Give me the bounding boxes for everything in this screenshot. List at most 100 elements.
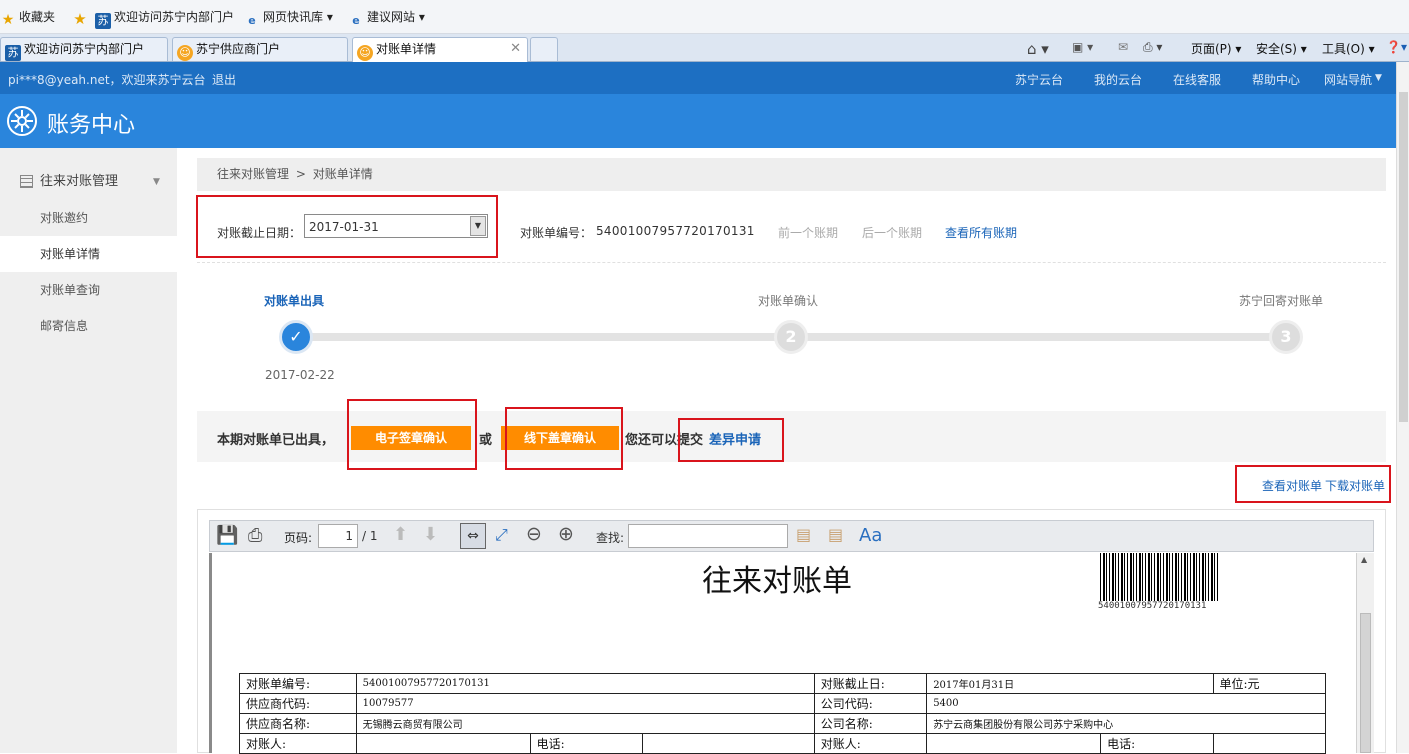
nav-my-cloud[interactable]: 我的云台 <box>1094 71 1142 88</box>
browser-favorites-bar: ★ 收藏夹 ★ 苏欢迎访问苏宁内部门户 e 网页快讯库 ▾ e 建议网站 ▾ <box>0 0 1409 34</box>
step-2-circle: 2 <box>774 320 808 354</box>
nav-online-service[interactable]: 在线客服 <box>1173 71 1221 88</box>
finance-logo-icon <box>7 106 37 136</box>
tab-statement-detail[interactable]: ☺ 对账单详情 ✕ <box>352 37 528 62</box>
add-favorite-icon[interactable]: ★ <box>72 8 91 28</box>
logout-link[interactable]: 退出 <box>212 71 236 88</box>
print-icon[interactable]: ⎙ <box>248 525 262 546</box>
text-options-icon[interactable]: Aa <box>859 525 882 546</box>
star-add-icon: ★ <box>73 10 87 28</box>
print-icon[interactable]: ⎙ ▾ <box>1143 40 1162 55</box>
suning-lion-icon: ☺ <box>357 45 373 61</box>
step-1-check-icon: ✓ <box>279 320 313 354</box>
suning-lion-icon: ☺ <box>177 45 193 61</box>
date-select[interactable]: 2017-01-31 ▼ <box>304 214 488 238</box>
site-top-bar: pi***8@yeah.net，欢迎来苏宁云台 退出 苏宁云台 我的云台 在线客… <box>0 62 1409 94</box>
fit-page-icon[interactable]: ⤢ <box>495 525 508 545</box>
new-tab-button[interactable] <box>530 37 558 61</box>
fav-link-suggested[interactable]: e 建议网站 ▾ <box>348 8 425 27</box>
page-menu[interactable]: 页面(P) ▾ <box>1191 40 1241 57</box>
sidebar-group-reconciliation[interactable]: 往来对账管理 ▼ <box>0 164 177 200</box>
page-scrollbar[interactable] <box>1396 62 1409 753</box>
help-icon[interactable]: ❓▾ <box>1386 40 1407 54</box>
nav-help-center[interactable]: 帮助中心 <box>1252 71 1300 88</box>
statement-table: 对账单编号: 54001007957720170131 对账截止日: 2017年… <box>239 673 1327 754</box>
step-2-label: 对账单确认 <box>758 294 819 308</box>
ie-icon: e <box>248 14 256 27</box>
find-next-icon[interactable]: ▤ <box>828 525 843 544</box>
table-row: 对账人: 电话: 对账人: 电话: <box>239 733 1327 754</box>
zoom-out-icon[interactable]: ⊖ <box>526 523 542 545</box>
pdf-scrollbar[interactable]: ▲ <box>1356 553 1374 753</box>
fav-link-suning-portal[interactable]: 苏欢迎访问苏宁内部门户 <box>95 8 234 29</box>
suning-icon: 苏 <box>95 13 111 29</box>
all-periods-link[interactable]: 查看所有账期 <box>945 224 1017 241</box>
mail-icon[interactable]: ✉ <box>1118 40 1128 54</box>
highlight-box <box>505 407 623 470</box>
tools-menu[interactable]: 工具(O) ▾ <box>1322 40 1375 57</box>
step-3-circle: 3 <box>1269 320 1303 354</box>
fav-link-webslice[interactable]: e 网页快讯库 ▾ <box>244 8 333 27</box>
fit-width-icon[interactable]: ⇔ <box>460 523 486 549</box>
highlight-box <box>347 399 477 470</box>
statement-title: 往来对账单 <box>702 564 852 599</box>
close-tab-icon[interactable]: ✕ <box>510 38 521 60</box>
page-title: 账务中心 <box>47 113 136 138</box>
suning-icon: 苏 <box>5 45 21 61</box>
sidebar-item-statement-detail[interactable]: 对账单详情 <box>0 236 177 272</box>
step-1-label: 对账单出具 <box>264 294 325 308</box>
nav-site-navigation[interactable]: 网站导航 <box>1324 71 1372 88</box>
feeds-icon[interactable]: ▣ ▾ <box>1072 40 1093 54</box>
pdf-page: 往来对账单 54001007957720170131 对账单编号: 540010… <box>209 553 1356 754</box>
download-statement-link[interactable]: 下载对账单 <box>1325 477 1385 494</box>
table-row: 供应商代码: 10079577 公司代码: 5400 <box>239 693 1326 714</box>
safety-menu[interactable]: 安全(S) ▾ <box>1256 40 1307 57</box>
tab-suning-portal[interactable]: 苏欢迎访问苏宁内部门户 <box>0 37 168 61</box>
home-icon[interactable]: ⌂ ▾ <box>1027 40 1049 58</box>
page-scroll-thumb[interactable] <box>1399 92 1408 422</box>
breadcrumb-current: 对账单详情 <box>312 167 373 181</box>
highlight-box <box>678 418 784 462</box>
barcode <box>1100 553 1218 601</box>
browser-tab-bar: 苏欢迎访问苏宁内部门户 ☺ 苏宁供应商门户 ☺ 对账单详情 ✕ ⌂ ▾ ▣ ▾ ✉ … <box>0 34 1409 62</box>
find-prev-icon[interactable]: ▤ <box>796 525 811 544</box>
breadcrumb-root[interactable]: 往来对账管理 <box>217 167 289 181</box>
star-icon: ★ <box>1 12 15 28</box>
chevron-down-icon: ▼ <box>153 177 160 187</box>
sidebar-item-statement-query[interactable]: 对账单查询 <box>0 272 177 308</box>
grid-icon <box>20 175 33 188</box>
page-label: 页码: <box>284 531 313 545</box>
page-input[interactable]: 1 <box>318 524 358 548</box>
page-total: / 1 <box>362 529 378 543</box>
pdf-toolbar: 💾 ⎙ 页码: 1 / 1 ⬆ ⬇ ⇔ ⤢ ⊖ ⊕ 查找: ▤ ▤ Aa <box>209 520 1374 552</box>
step-3-label: 苏宁回寄对账单 <box>1239 294 1324 308</box>
prev-period-link[interactable]: 前一个账期 <box>778 224 838 241</box>
divider <box>197 262 1386 263</box>
view-statement-link[interactable]: 查看对账单 <box>1262 477 1322 494</box>
breadcrumb: 往来对账管理 > 对账单详情 <box>197 158 1386 191</box>
zoom-in-icon[interactable]: ⊕ <box>558 523 574 545</box>
page-down-icon[interactable]: ⬇ <box>423 524 438 545</box>
table-row: 对账单编号: 54001007957720170131 对账截止日: 2017年… <box>239 673 1327 694</box>
statement-no-value: 54001007957720170131 <box>596 224 755 238</box>
nav-suning-cloud[interactable]: 苏宁云台 <box>1015 71 1063 88</box>
date-label: 对账截止日期： <box>217 226 302 240</box>
statement-no-label: 对账单编号： <box>520 226 593 240</box>
ie-icon: e <box>352 14 360 27</box>
sidebar-item-mailing-info[interactable]: 邮寄信息 <box>0 308 177 344</box>
sidebar: 往来对账管理 ▼ 对账邀约 对账单详情 对账单查询 邮寄信息 <box>0 148 177 753</box>
scroll-up-icon[interactable]: ▲ <box>1361 555 1367 564</box>
find-input[interactable] <box>628 524 788 548</box>
page-up-icon[interactable]: ⬆ <box>393 524 408 545</box>
next-period-link[interactable]: 后一个账期 <box>862 224 922 241</box>
issued-text: 本期对账单已出具， <box>217 433 335 448</box>
favorites-button[interactable]: ★ 收藏夹 <box>0 8 55 28</box>
scroll-thumb[interactable] <box>1360 613 1371 753</box>
tab-supplier-portal[interactable]: ☺ 苏宁供应商门户 <box>172 37 348 61</box>
chevron-down-icon: ▼ <box>1375 73 1382 83</box>
save-icon[interactable]: 💾 <box>216 525 238 546</box>
sidebar-item-invitation[interactable]: 对账邀约 <box>0 200 177 236</box>
welcome-text: pi***8@yeah.net，欢迎来苏宁云台 <box>8 73 206 87</box>
or-text: 或 <box>479 433 493 448</box>
page-header: 账务中心 <box>0 94 1409 148</box>
